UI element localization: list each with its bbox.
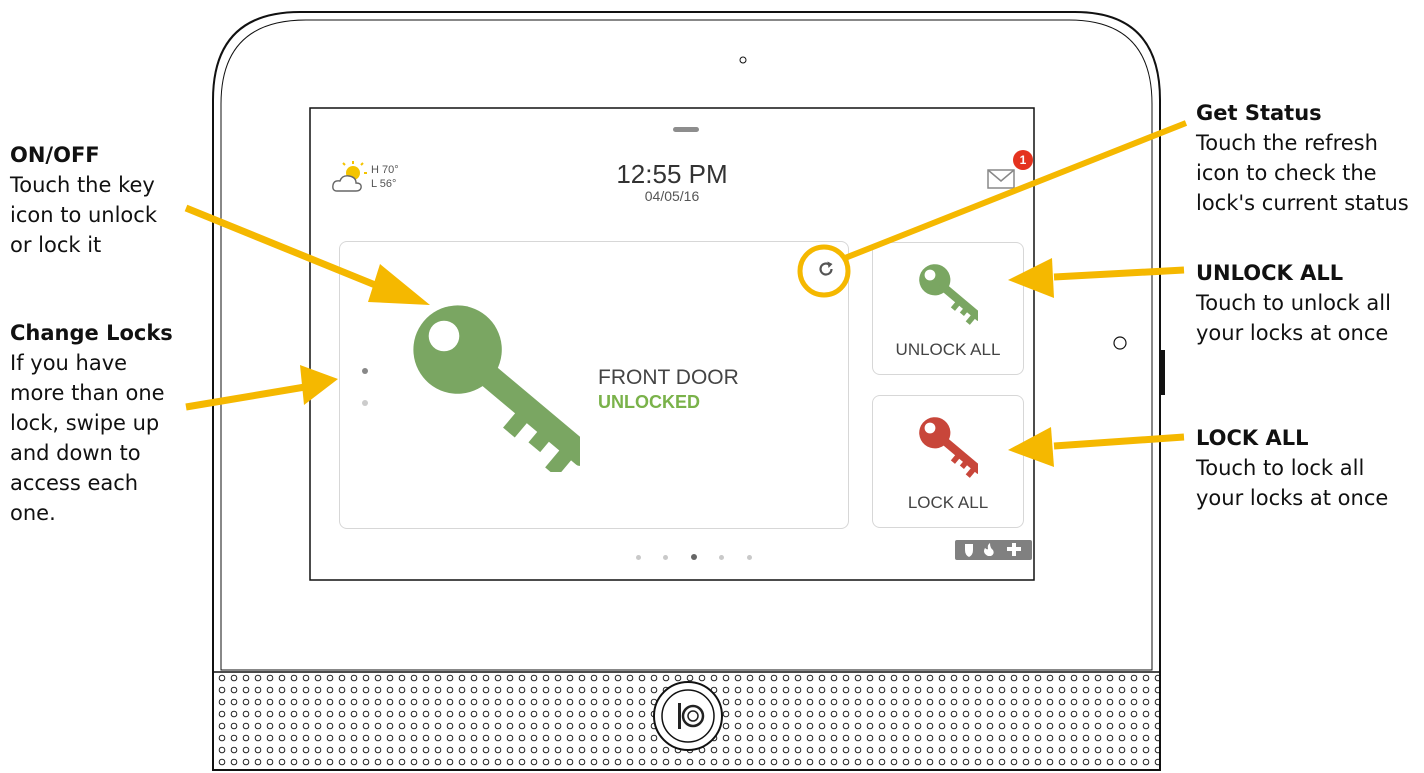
callout-description: Touch to unlock all your locks at once (1196, 291, 1391, 345)
callout-title: LOCK ALL (1196, 426, 1309, 450)
callout-lock-all: LOCK ALL Touch to lock all your locks at… (1196, 423, 1421, 513)
callout-title: ON/OFF (10, 143, 100, 167)
callout-description: Touch to lock all your locks at once (1196, 456, 1389, 510)
callout-title: Change Locks (10, 321, 173, 345)
callout-description: Touch the key icon to unlock or lock it (10, 173, 157, 257)
callout-on-off: ON/OFF Touch the key icon to unlock or l… (10, 140, 210, 260)
callout-change-locks: Change Locks If you have more than one l… (10, 318, 210, 528)
callout-title: Get Status (1196, 101, 1322, 125)
callout-get-status: Get Status Touch the refresh icon to che… (1196, 98, 1421, 218)
callout-unlock-all: UNLOCK ALL Touch to unlock all your lock… (1196, 258, 1421, 348)
callout-description: Touch the refresh icon to check the lock… (1196, 131, 1409, 215)
callout-title: UNLOCK ALL (1196, 261, 1344, 285)
callout-description: If you have more than one lock, swipe up… (10, 351, 165, 525)
